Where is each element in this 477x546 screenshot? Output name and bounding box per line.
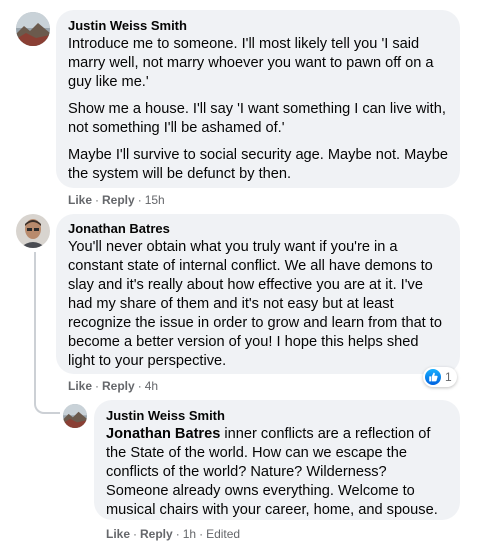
comment-bubble: Justin Weiss Smith Introduce me to someo…	[56, 10, 460, 188]
reply-button[interactable]: Reply	[102, 379, 135, 393]
reaction-count: 1	[445, 370, 452, 384]
comment-author[interactable]: Justin Weiss Smith	[68, 18, 448, 34]
comment-actions: Like · Reply · 15h	[68, 193, 165, 207]
comment-actions: Like · Reply · 1h · Edited	[106, 527, 241, 541]
comment-actions: Like · Reply · 4h	[68, 379, 159, 393]
like-button[interactable]: Like	[106, 527, 130, 541]
comment-text: Maybe I'll survive to social security ag…	[68, 147, 448, 182]
profile-photo-icon	[16, 12, 50, 46]
like-button[interactable]: Like	[68, 193, 92, 207]
like-icon	[425, 369, 441, 385]
profile-photo-icon	[63, 404, 87, 428]
reaction-summary[interactable]: 1	[423, 367, 457, 387]
timestamp[interactable]: 15h	[145, 193, 165, 207]
timestamp[interactable]: 4h	[145, 379, 158, 393]
avatar[interactable]	[16, 214, 50, 248]
reply-thread-curve	[34, 400, 60, 414]
comment-author[interactable]: Jonathan Batres	[68, 221, 448, 237]
reply-thread-line	[34, 252, 36, 402]
comment-text: You'll never obtain what you truly want …	[68, 239, 442, 369]
comment-text: Jonathan Batres inner conflicts are a re…	[106, 425, 448, 520]
reply-button[interactable]: Reply	[140, 527, 173, 541]
mention-link[interactable]: Jonathan Batres	[106, 426, 220, 442]
comment-author[interactable]: Justin Weiss Smith	[106, 408, 448, 424]
reply-button[interactable]: Reply	[102, 193, 135, 207]
comment-bubble: Jonathan Batres You'll never obtain what…	[56, 214, 460, 374]
timestamp[interactable]: 1h	[183, 527, 196, 541]
avatar[interactable]	[63, 404, 87, 428]
edited-label[interactable]: Edited	[206, 527, 240, 541]
reply-bubble: Justin Weiss Smith Jonathan Batres inner…	[94, 400, 460, 520]
avatar[interactable]	[16, 12, 50, 46]
comment-text: Show me a house. I'll say 'I want someth…	[68, 101, 446, 136]
comment-text: Introduce me to someone. I'll most likel…	[68, 36, 434, 90]
profile-photo-icon	[16, 214, 50, 248]
like-button[interactable]: Like	[68, 379, 92, 393]
